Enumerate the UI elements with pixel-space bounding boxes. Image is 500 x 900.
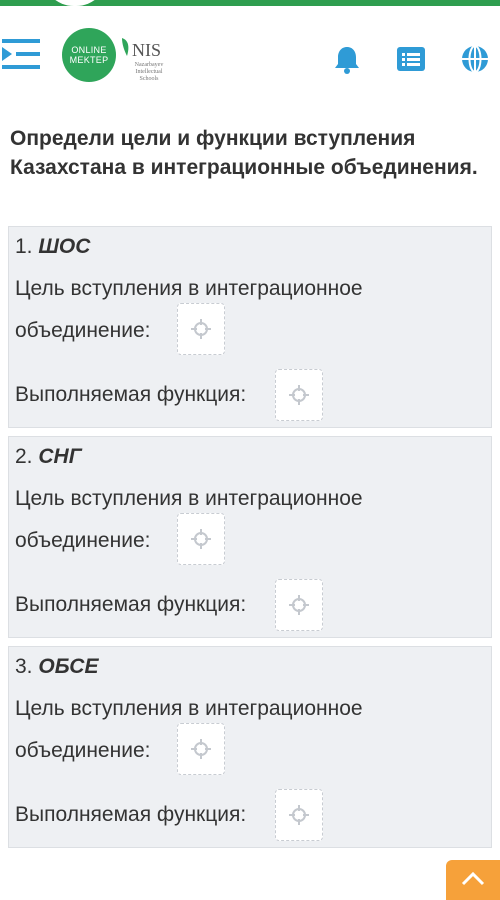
logo-online-text: ONLINE [71,45,107,55]
bell-icon[interactable] [332,44,362,74]
card-title: 1. ШОС [15,235,90,259]
function-drop-zone[interactable] [275,369,323,421]
card-osce: 3. ОБСЕ Цель вступления в интеграционное… [8,646,492,848]
globe-icon[interactable] [460,44,490,74]
goal-drop-zone[interactable] [177,303,225,355]
card-title: 2. СНГ [15,445,82,469]
card-number: 3. [15,655,33,678]
nis-title: NIS [132,40,162,60]
menu-icon[interactable] [2,36,42,72]
function-label: Выполняемая функция: [15,803,247,826]
card-title: 3. ОБСЕ [15,655,98,679]
function-drop-zone[interactable] [275,579,323,631]
nis-subtitle-line: Intellectual [135,69,163,75]
card-organization: ОБСЕ [38,655,99,678]
function-label: Выполняемая функция: [15,593,247,616]
card-cis: 2. СНГ Цель вступления в интеграционное … [8,436,492,638]
goal-label-line1: Цель вступления в интеграционное [15,697,363,720]
crosshair-icon [289,805,309,825]
card-number: 1. [15,235,33,258]
online-mektep-logo: ONLINE MEKTEP [62,28,116,82]
crosshair-icon [191,739,211,759]
goal-label-line2: объединение: [15,739,151,762]
crosshair-icon [289,595,309,615]
goal-label-line2: объединение: [15,319,151,342]
goal-drop-zone[interactable] [177,723,225,775]
nis-subtitle: Nazarbayev Intellectual Schools [120,62,178,83]
goal-drop-zone[interactable] [177,513,225,565]
crosshair-icon [191,529,211,549]
card-organization: ШОС [38,235,91,258]
function-label: Выполняемая функция: [15,383,247,406]
nis-subtitle-line: Nazarbayev [134,62,164,68]
goal-label-line1: Цель вступления в интеграционное [15,487,363,510]
function-drop-zone[interactable] [275,789,323,841]
chevron-up-icon [461,871,485,886]
list-icon[interactable] [396,44,426,74]
nis-subtitle-line: Schools [139,76,159,82]
goal-label-line1: Цель вступления в интеграционное [15,277,363,300]
app-header: ONLINE MEKTEP NIS Nazarbayev Intellectua… [0,6,500,96]
card-number: 2. [15,445,33,468]
logo-mektep-text: MEKTEP [69,55,109,65]
question-text: Определи цели и функции вступления Казах… [10,127,478,179]
goal-label-line2: объединение: [15,529,151,552]
scroll-up-button[interactable] [446,860,500,900]
crosshair-icon [191,319,211,339]
card-sco: 1. ШОС Цель вступления в интеграционное … [8,226,492,428]
card-organization: СНГ [38,445,82,468]
nis-logo: NIS Nazarbayev Intellectual Schools [118,30,178,86]
crosshair-icon [289,385,309,405]
